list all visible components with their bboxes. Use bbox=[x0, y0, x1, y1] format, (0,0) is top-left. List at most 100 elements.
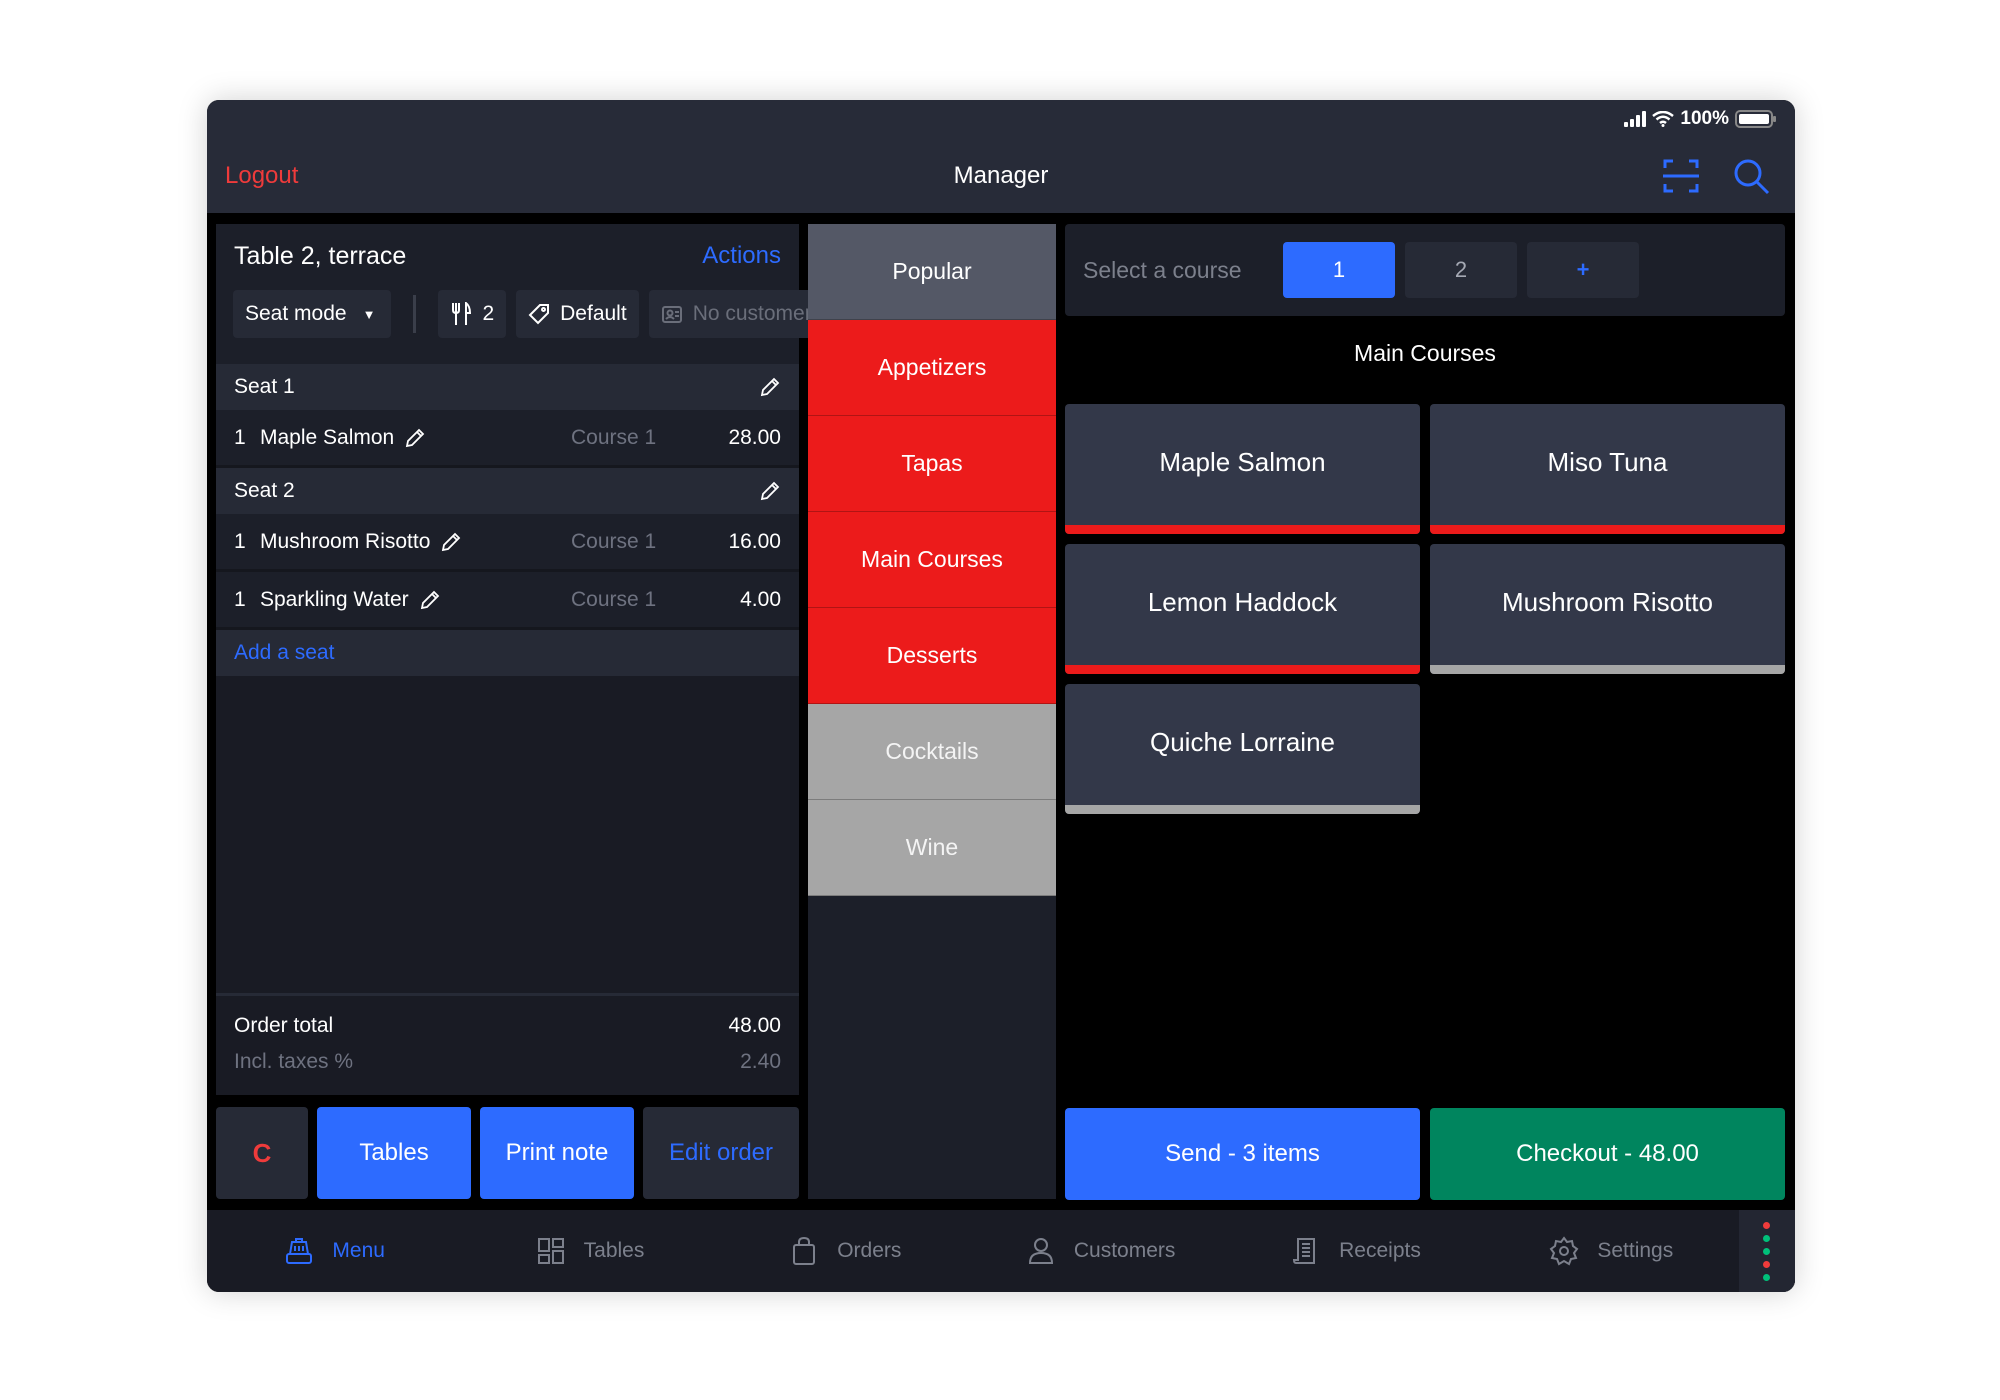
customer-button[interactable]: No customer bbox=[648, 290, 824, 338]
status-dot bbox=[1763, 1234, 1771, 1242]
status-dot bbox=[1763, 1260, 1771, 1268]
course-selector: Select a course 1 2 + bbox=[1065, 224, 1785, 316]
connection-status-indicator[interactable] bbox=[1738, 1210, 1795, 1292]
battery-percentage: 100% bbox=[1680, 108, 1729, 129]
tag-icon bbox=[528, 304, 550, 325]
checkout-button[interactable]: Checkout - 48.00 bbox=[1430, 1108, 1785, 1200]
bottom-tab-bar: Menu Tables Orders Customers Receipts Se… bbox=[207, 1210, 1795, 1292]
logout-button[interactable]: Logout bbox=[225, 162, 298, 190]
tab-label: Settings bbox=[1597, 1239, 1674, 1262]
item-qty: 1 bbox=[234, 529, 246, 553]
category-wine[interactable]: Wine bbox=[808, 800, 1056, 896]
chevron-down-icon: ▼ bbox=[362, 306, 376, 322]
table-title: Table 2, terrace bbox=[234, 242, 407, 270]
product-color-bar bbox=[1430, 665, 1785, 674]
search-icon[interactable] bbox=[1731, 156, 1771, 196]
order-total-value: 48.00 bbox=[728, 1014, 781, 1037]
scan-icon[interactable] bbox=[1661, 156, 1701, 196]
category-tapas[interactable]: Tapas bbox=[808, 416, 1056, 512]
course-selector-label: Select a course bbox=[1083, 256, 1242, 283]
seat-label: Seat 2 bbox=[234, 479, 295, 502]
category-popular[interactable]: Popular bbox=[808, 224, 1056, 320]
product-name: Mushroom Risotto bbox=[1502, 586, 1713, 617]
actions-button[interactable]: Actions bbox=[702, 242, 781, 270]
tab-settings[interactable]: Settings bbox=[1484, 1236, 1739, 1266]
product-tile[interactable]: Maple Salmon bbox=[1065, 404, 1420, 534]
tab-label: Tables bbox=[583, 1239, 645, 1262]
order-panel: Table 2, terrace Actions Seat mode ▼ 2 D… bbox=[216, 224, 824, 1095]
tab-tables[interactable]: Tables bbox=[462, 1236, 717, 1266]
page-title: Manager bbox=[953, 162, 1049, 189]
pencil-icon[interactable] bbox=[419, 589, 441, 611]
product-grid: Maple Salmon Miso Tuna Lemon Haddock Mus… bbox=[1065, 404, 1785, 814]
status-dot bbox=[1763, 1273, 1771, 1281]
tab-orders[interactable]: Orders bbox=[718, 1236, 973, 1266]
category-main-courses[interactable]: Main Courses bbox=[808, 512, 1056, 608]
tab-customers[interactable]: Customers bbox=[973, 1236, 1228, 1266]
pencil-icon[interactable] bbox=[759, 480, 781, 502]
add-seat-button[interactable]: Add a seat bbox=[216, 630, 799, 676]
category-cocktails[interactable]: Cocktails bbox=[808, 704, 1056, 800]
receipt-icon bbox=[1293, 1238, 1316, 1264]
cutlery-icon bbox=[452, 302, 472, 325]
tab-menu[interactable]: Menu bbox=[207, 1236, 462, 1266]
tables-button[interactable]: Tables bbox=[317, 1107, 471, 1199]
top-bar: 100% Logout Manager bbox=[207, 100, 1795, 213]
order-item-row[interactable]: 1 Mushroom Risotto Course 1 16.00 bbox=[216, 514, 799, 572]
signal-icon bbox=[1624, 111, 1647, 127]
course-1-button[interactable]: 1 bbox=[1283, 242, 1395, 298]
seat-mode-dropdown[interactable]: Seat mode ▼ bbox=[233, 290, 392, 338]
add-course-button[interactable]: + bbox=[1527, 242, 1639, 298]
battery-level bbox=[1739, 114, 1769, 124]
pencil-icon[interactable] bbox=[759, 376, 781, 398]
order-item-row[interactable]: 1 Maple Salmon Course 1 28.00 bbox=[216, 410, 799, 468]
item-name: Sparkling Water bbox=[260, 587, 409, 611]
seat-mode-label: Seat mode bbox=[245, 302, 347, 325]
tab-label: Orders bbox=[837, 1239, 902, 1262]
category-list: Popular Appetizers Tapas Main Courses De… bbox=[808, 224, 1056, 1199]
category-appetizers[interactable]: Appetizers bbox=[808, 320, 1056, 416]
order-item-row[interactable]: 1 Sparkling Water Course 1 4.00 bbox=[216, 572, 799, 630]
wifi-icon bbox=[1652, 111, 1675, 127]
product-section-title: Main Courses bbox=[1354, 340, 1496, 366]
clear-button[interactable]: C bbox=[216, 1107, 308, 1199]
pos-app-window: 100% Logout Manager Table 2, terrace Act… bbox=[207, 100, 1795, 1292]
order-totals: Order total 48.00 Incl. taxes % 2.40 bbox=[216, 993, 799, 1095]
bag-icon bbox=[793, 1236, 816, 1265]
send-button[interactable]: Send - 3 items bbox=[1065, 1108, 1420, 1200]
item-qty: 1 bbox=[234, 587, 246, 611]
seat-header[interactable]: Seat 1 bbox=[216, 364, 799, 410]
edit-order-button[interactable]: Edit order bbox=[643, 1107, 799, 1199]
pencil-icon[interactable] bbox=[440, 531, 462, 553]
product-color-bar bbox=[1065, 805, 1420, 814]
category-desserts[interactable]: Desserts bbox=[808, 608, 1056, 704]
tab-receipts[interactable]: Receipts bbox=[1228, 1236, 1483, 1266]
tax-value: 2.40 bbox=[740, 1050, 781, 1073]
price-list-button[interactable]: Default bbox=[516, 290, 639, 338]
cash-register-icon bbox=[286, 1238, 313, 1264]
pencil-icon[interactable] bbox=[404, 427, 426, 449]
item-name: Maple Salmon bbox=[260, 425, 395, 449]
guests-button[interactable]: 2 bbox=[438, 290, 507, 338]
status-dot bbox=[1763, 1247, 1771, 1255]
print-note-button[interactable]: Print note bbox=[480, 1107, 634, 1199]
tab-label: Menu bbox=[332, 1239, 385, 1262]
item-course: Course 1 bbox=[571, 529, 657, 553]
product-tile[interactable]: Quiche Lorraine bbox=[1065, 684, 1420, 814]
grid-icon bbox=[537, 1238, 564, 1264]
product-color-bar bbox=[1430, 525, 1785, 534]
item-price: 28.00 bbox=[728, 425, 781, 449]
tab-label: Receipts bbox=[1339, 1239, 1421, 1262]
seat-label: Seat 1 bbox=[234, 375, 295, 398]
product-color-bar bbox=[1065, 665, 1420, 674]
product-name: Maple Salmon bbox=[1159, 446, 1326, 477]
product-tile[interactable]: Lemon Haddock bbox=[1065, 544, 1420, 674]
product-tile[interactable]: Miso Tuna bbox=[1430, 404, 1785, 534]
tax-label: Incl. taxes % bbox=[234, 1050, 354, 1073]
item-price: 16.00 bbox=[728, 529, 781, 553]
course-2-button[interactable]: 2 bbox=[1405, 242, 1517, 298]
seat-header[interactable]: Seat 2 bbox=[216, 468, 799, 514]
product-name: Miso Tuna bbox=[1547, 446, 1668, 477]
product-tile[interactable]: Mushroom Risotto bbox=[1430, 544, 1785, 674]
item-name: Mushroom Risotto bbox=[260, 529, 431, 553]
